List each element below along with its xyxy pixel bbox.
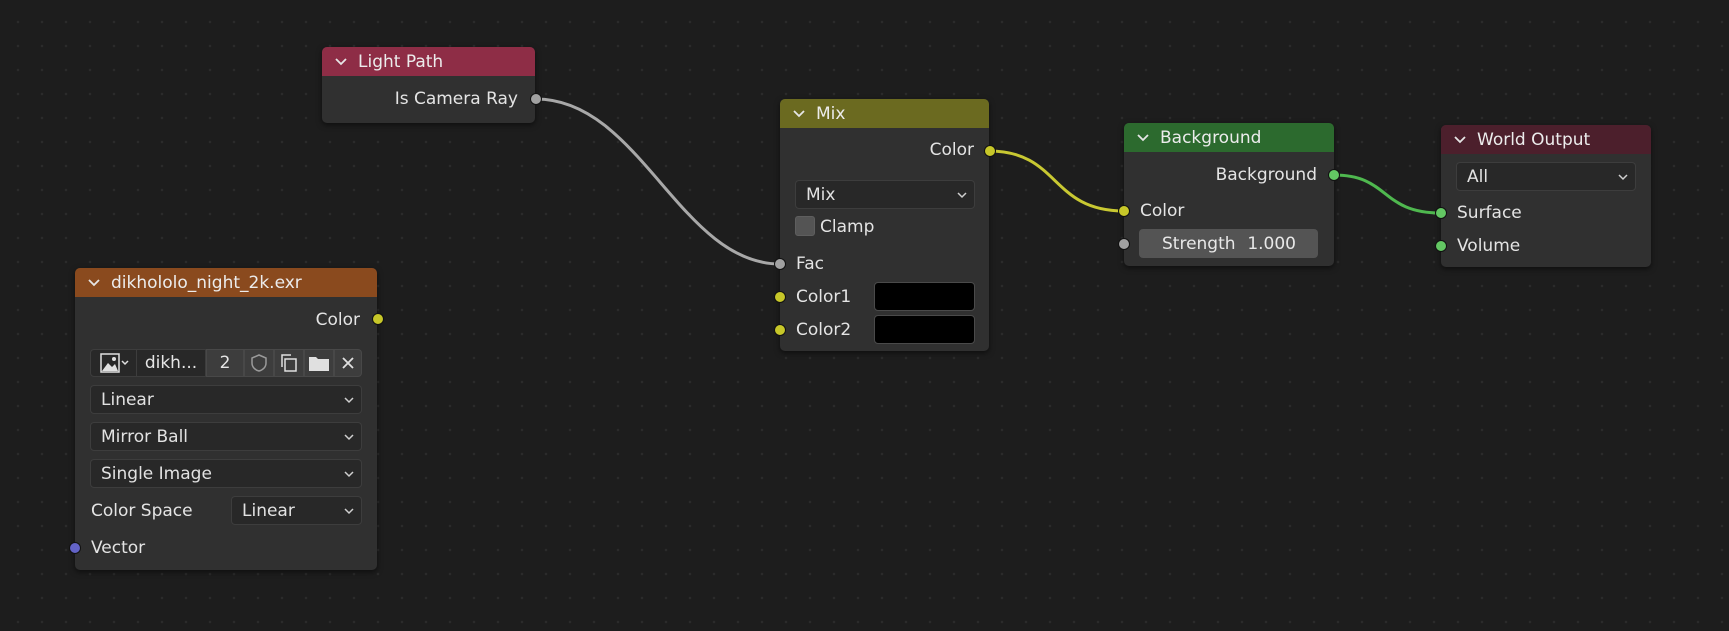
image-datablock-bar: dikh... 2 — [90, 349, 362, 377]
color-space-dropdown[interactable]: Linear — [231, 496, 362, 525]
projection-dropdown[interactable]: Mirror Ball — [90, 422, 362, 451]
chevron-down-icon[interactable] — [790, 105, 808, 123]
is-camera-ray-label: Is Camera Ray — [394, 89, 518, 109]
background-header[interactable]: Background — [1124, 123, 1334, 152]
background-node[interactable]: Background Background Color Strength 1.0… — [1124, 123, 1334, 266]
mix-header[interactable]: Mix — [780, 99, 989, 128]
chevron-down-icon — [344, 433, 354, 440]
color-space-value: Linear — [242, 500, 295, 521]
clamp-label: Clamp — [820, 217, 875, 237]
environment-texture-header[interactable]: dikhololo_night_2k.exr — [75, 268, 377, 297]
fac-label: Fac — [796, 254, 824, 274]
environment-texture-title: dikhololo_night_2k.exr — [111, 272, 302, 293]
background-color-input-socket[interactable] — [1118, 205, 1130, 217]
surface-input-socket[interactable] — [1435, 207, 1447, 219]
image-icon — [99, 353, 129, 373]
light-path-header[interactable]: Light Path — [322, 47, 535, 76]
color1-swatch[interactable] — [874, 282, 975, 311]
interpolation-dropdown[interactable]: Linear — [90, 385, 362, 414]
light-path-node[interactable]: Light Path Is Camera Ray — [322, 47, 535, 123]
users-count-value: 2 — [219, 353, 231, 373]
image-color-output-label: Color — [315, 310, 360, 330]
color2-swatch[interactable] — [874, 315, 975, 344]
color-space-label: Color Space — [91, 501, 193, 521]
blend-mode-dropdown[interactable]: Mix — [795, 180, 975, 209]
link-mix-color-to-background-color — [988, 149, 1125, 213]
shield-icon — [251, 354, 267, 372]
image-name-field[interactable]: dikh... — [137, 349, 206, 377]
world-output-title: World Output — [1477, 129, 1591, 150]
mix-node[interactable]: Mix Color Mix Clamp Fac Color1 Color2 — [780, 99, 989, 351]
link-background-to-surface — [1333, 173, 1442, 215]
background-output-socket[interactable] — [1328, 169, 1340, 181]
chevron-down-icon — [1618, 173, 1628, 180]
image-color-output-socket[interactable] — [372, 313, 384, 325]
surface-label: Surface — [1457, 203, 1522, 223]
light-path-title: Light Path — [358, 51, 444, 72]
blend-mode-value: Mix — [806, 184, 836, 205]
image-name: dikh... — [144, 353, 198, 373]
vector-label: Vector — [91, 538, 146, 558]
strength-input-socket[interactable] — [1118, 238, 1130, 250]
mix-title: Mix — [816, 103, 846, 124]
link-is-camera-ray-to-fac — [535, 97, 781, 266]
color2-input-socket[interactable] — [774, 324, 786, 336]
volume-input-socket[interactable] — [1435, 240, 1447, 252]
chevron-down-icon — [344, 396, 354, 403]
chevron-down-icon — [344, 507, 354, 514]
source-dropdown[interactable]: Single Image — [90, 459, 362, 488]
target-value: All — [1467, 166, 1489, 187]
chevron-down-icon[interactable] — [1134, 129, 1152, 147]
mix-color-output-label: Color — [929, 140, 974, 160]
background-output-label: Background — [1215, 165, 1317, 185]
strength-label: Strength — [1162, 233, 1236, 254]
color1-input-socket[interactable] — [774, 291, 786, 303]
source-value: Single Image — [101, 463, 212, 484]
vector-input-socket[interactable] — [69, 542, 81, 554]
strength-slider[interactable]: Strength 1.000 — [1139, 229, 1318, 258]
clamp-checkbox[interactable] — [795, 216, 815, 236]
world-output-node[interactable]: World Output All Surface Volume — [1441, 125, 1651, 267]
chevron-down-icon — [344, 470, 354, 477]
fake-user-button[interactable] — [244, 349, 274, 377]
mix-color-output-socket[interactable] — [984, 145, 996, 157]
duplicate-image-button[interactable] — [274, 349, 304, 377]
chevron-down-icon — [957, 191, 967, 198]
strength-value: 1.000 — [1247, 233, 1296, 254]
close-icon — [342, 357, 354, 369]
folder-icon — [309, 357, 329, 371]
color2-label: Color2 — [796, 320, 852, 340]
fac-input-socket[interactable] — [774, 258, 786, 270]
open-image-button[interactable] — [304, 349, 334, 377]
color1-label: Color1 — [796, 287, 852, 307]
chevron-down-icon[interactable] — [1451, 131, 1469, 149]
interpolation-value: Linear — [101, 389, 154, 410]
background-title: Background — [1160, 127, 1262, 148]
duplicate-icon — [281, 354, 297, 372]
background-color-label: Color — [1140, 201, 1185, 221]
image-users-count[interactable]: 2 — [206, 349, 244, 377]
image-browse-button[interactable] — [90, 349, 137, 377]
environment-texture-node[interactable]: dikhololo_night_2k.exr Color dikh... 2 L… — [75, 268, 377, 570]
unlink-image-button[interactable] — [334, 349, 362, 377]
volume-label: Volume — [1457, 236, 1521, 256]
chevron-down-icon[interactable] — [332, 53, 350, 71]
is-camera-ray-socket[interactable] — [530, 93, 542, 105]
projection-value: Mirror Ball — [101, 426, 189, 447]
chevron-down-icon[interactable] — [85, 274, 103, 292]
target-dropdown[interactable]: All — [1456, 162, 1636, 191]
world-output-header[interactable]: World Output — [1441, 125, 1651, 154]
